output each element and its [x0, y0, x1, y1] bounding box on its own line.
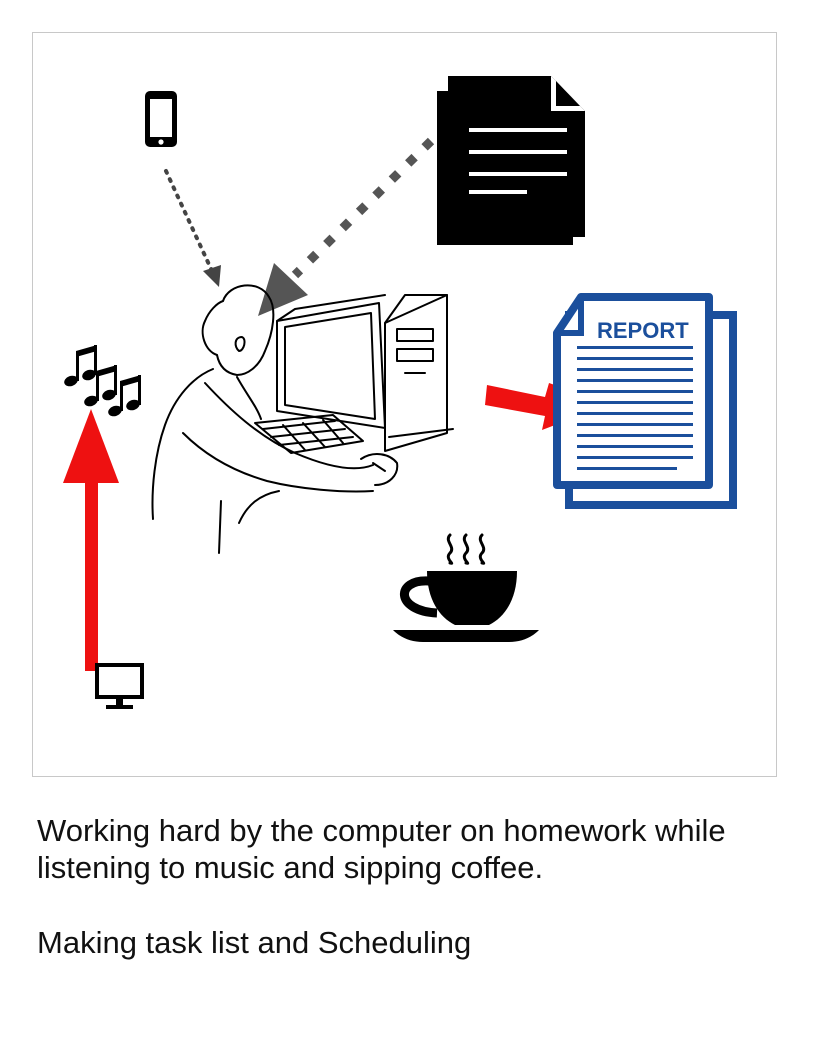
phone-icon: [145, 91, 177, 147]
person-at-computer: [151, 284, 454, 554]
music-notes-icon: [64, 345, 141, 417]
caption-text: Working hard by the computer on homework…: [37, 812, 777, 886]
report-label: REPORT: [597, 318, 689, 343]
illustration-frame: REPORT: [32, 32, 777, 777]
caption-line-2: listening to music and sipping coffee.: [37, 850, 544, 885]
subtitle-text: Making task list and Scheduling: [37, 925, 472, 960]
illustration: REPORT: [63, 76, 737, 709]
document-icon: [437, 76, 585, 245]
monitor-to-music-arrow: [63, 409, 119, 671]
coffee-cup-icon: [393, 533, 539, 642]
caption-line-1: Working hard by the computer on homework…: [37, 813, 726, 848]
phone-to-head-arrow: [164, 169, 221, 287]
report-icon: REPORT: [553, 293, 737, 509]
monitor-icon: [95, 663, 144, 709]
document-to-head-arrow: [258, 137, 435, 316]
